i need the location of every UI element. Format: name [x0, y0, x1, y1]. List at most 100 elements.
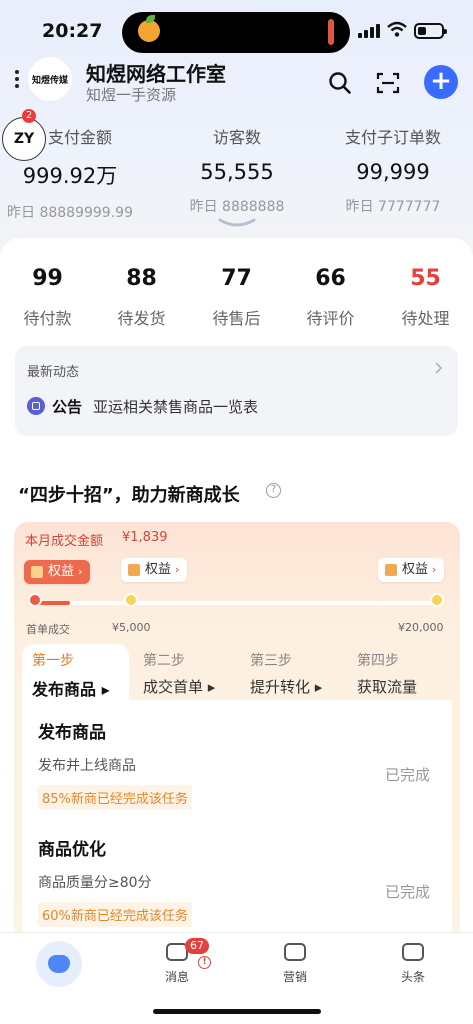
benefit-tag-20000[interactable]: 权益 › — [378, 558, 445, 582]
scan-icon[interactable] — [376, 71, 400, 95]
order-count-number: 88 — [126, 266, 157, 291]
status-bar: 20:27 — [0, 0, 473, 56]
fruit-icon — [138, 15, 160, 42]
task-completion-rate: 60%新商已经完成该任务 — [38, 902, 192, 927]
tab-step-1[interactable]: 第一步 发布商品 ▸ — [22, 644, 129, 700]
tab-step-3[interactable]: 第三步 提升转化 ▸ — [240, 644, 347, 700]
progress-track — [34, 601, 439, 605]
benefit-tag-first[interactable]: 权益 › — [24, 560, 91, 584]
milestone-label: ¥5,000 — [112, 621, 151, 634]
nav-headlines[interactable]: 头条 — [378, 943, 448, 985]
help-icon[interactable]: ? — [266, 483, 281, 498]
main-card: 99 待付款 88 待发货 77 待售后 66 待评价 55 待处理 最新动态 … — [0, 238, 473, 1024]
task-optimize-goods[interactable]: 商品优化 商品质量分≥80分 60%新商已经完成该任务 已完成 — [38, 835, 438, 927]
gmv-label: 本月成交金额 — [25, 534, 104, 549]
battery-icon — [414, 23, 447, 39]
metric-label: 访客数 — [212, 128, 261, 147]
task-panel: 发布商品 发布并上线商品 85%新商已经完成该任务 已完成 商品优化 商品质量分… — [22, 700, 452, 952]
step-name: 获取流量 — [357, 678, 418, 696]
announcement-icon — [27, 397, 45, 415]
nav-label: 消息 — [164, 970, 189, 984]
metric-yesterday: 昨日 7777777 — [345, 199, 441, 215]
metric-sub-orders[interactable]: 支付子订单数 99,999 昨日 7777777 — [318, 124, 468, 216]
search-icon[interactable] — [328, 71, 352, 95]
metric-visitors[interactable]: 访客数 55,555 昨日 8888888 — [162, 124, 312, 216]
nav-label: 头条 — [400, 970, 425, 984]
news-headline[interactable]: 亚运相关禁售商品一览表 — [93, 396, 258, 417]
gift-icon — [31, 566, 43, 578]
add-button[interactable]: + — [424, 65, 458, 99]
order-count-pending-shipment[interactable]: 88 待发货 — [94, 266, 189, 329]
benefit-label: 权益 — [145, 562, 172, 577]
milestone-label: 首单成交 — [26, 623, 70, 636]
order-count-label: 待处理 — [401, 309, 450, 328]
order-count-pending-review[interactable]: 66 待评价 — [283, 266, 378, 329]
chevron-down-icon[interactable] — [218, 218, 256, 230]
message-badge: 67 — [185, 938, 209, 954]
task-completion-rate: 85%新商已经完成该任务 — [38, 785, 192, 810]
task-title: 商品优化 — [38, 840, 106, 860]
order-count-number: 66 — [315, 266, 346, 291]
order-count-label: 待评价 — [306, 309, 355, 328]
step-tabs: 第一步 发布商品 ▸ 第二步 成交首单 ▸ 第三步 提升转化 ▸ 第四步 获取流… — [22, 644, 452, 700]
wifi-icon — [387, 21, 407, 37]
task-description: 发布并上线商品 — [38, 758, 136, 774]
nav-label: 营销 — [282, 970, 307, 984]
mascot-icon — [48, 955, 70, 973]
news-title: 最新动态 — [27, 365, 80, 380]
order-count-after-sale[interactable]: 77 待售后 — [189, 266, 284, 329]
nav-marketing[interactable]: 营销 — [260, 943, 330, 985]
dancer-icon — [328, 19, 334, 45]
milestone-label: ¥20,000 — [398, 621, 444, 634]
tab-step-4[interactable]: 第四步 获取流量 — [347, 644, 454, 700]
metric-label: 支付金额 — [47, 128, 112, 147]
gift-icon — [385, 564, 397, 576]
order-count-number: 55 — [410, 266, 441, 291]
order-count-pending-handle[interactable]: 55 待处理 — [378, 266, 473, 329]
step-name: 提升转化 ▸ — [250, 678, 323, 696]
gift-icon — [128, 564, 140, 576]
section-title: “四步十招”，助力新商成长 — [18, 485, 240, 506]
alert-icon: ! — [198, 956, 211, 969]
home-tab[interactable] — [36, 941, 82, 987]
shop-subtitle: 知煜一手资源 — [86, 86, 177, 104]
more-vertical-icon[interactable] — [14, 70, 20, 92]
order-count-label: 待发货 — [117, 309, 166, 328]
task-publish-goods[interactable]: 发布商品 发布并上线商品 85%新商已经完成该任务 已完成 — [38, 718, 438, 810]
step-name: 成交首单 ▸ — [143, 678, 216, 696]
metric-payment-amount[interactable]: 支付金额 999.92万 昨日 88889999.99 — [0, 124, 145, 222]
progress-node-5000 — [124, 593, 138, 607]
task-status: 已完成 — [384, 766, 430, 784]
task-description: 商品质量分≥80分 — [38, 875, 152, 891]
status-time: 20:27 — [42, 20, 103, 42]
progress-node-20000 — [430, 593, 444, 607]
avatar-badge: 2 — [22, 109, 36, 123]
progress-node-start — [28, 593, 42, 607]
metric-label: 支付子订单数 — [344, 128, 441, 147]
metric-yesterday: 昨日 88889999.99 — [7, 205, 133, 221]
shop-header: 知煜传媒 知煜网络工作室 知煜一手资源 + — [0, 56, 473, 110]
chevron-right-icon: › — [78, 565, 83, 578]
step-number: 第三步 — [250, 653, 292, 669]
tab-step-2[interactable]: 第二步 成交首单 ▸ — [133, 644, 240, 700]
news-tag: 公告 — [52, 398, 83, 416]
megaphone-icon — [284, 943, 306, 961]
step-name: 发布商品 ▸ — [32, 680, 110, 699]
benefit-label: 权益 — [402, 562, 429, 577]
benefit-tag-5000[interactable]: 权益 › — [121, 558, 188, 582]
shop-logo[interactable]: 知煜传媒 — [27, 56, 73, 102]
order-count-pending-payment[interactable]: 99 待付款 — [0, 266, 95, 329]
step-number: 第四步 — [357, 653, 399, 669]
shop-name[interactable]: 知煜网络工作室 — [86, 58, 226, 87]
metric-yesterday: 昨日 8888888 — [189, 199, 285, 215]
metric-value: 99,999 — [356, 160, 430, 184]
benefit-label: 权益 — [48, 564, 75, 579]
task-status: 已完成 — [384, 883, 430, 901]
order-count-label: 待售后 — [212, 309, 261, 328]
step-number: 第二步 — [143, 653, 185, 669]
gmv-value: ¥1,839 — [122, 530, 168, 545]
dynamic-island — [122, 12, 350, 53]
home-indicator — [153, 1009, 321, 1014]
news-card[interactable]: 最新动态 公告 亚运相关禁售商品一览表 — [15, 346, 458, 436]
step-number: 第一步 — [32, 653, 74, 669]
